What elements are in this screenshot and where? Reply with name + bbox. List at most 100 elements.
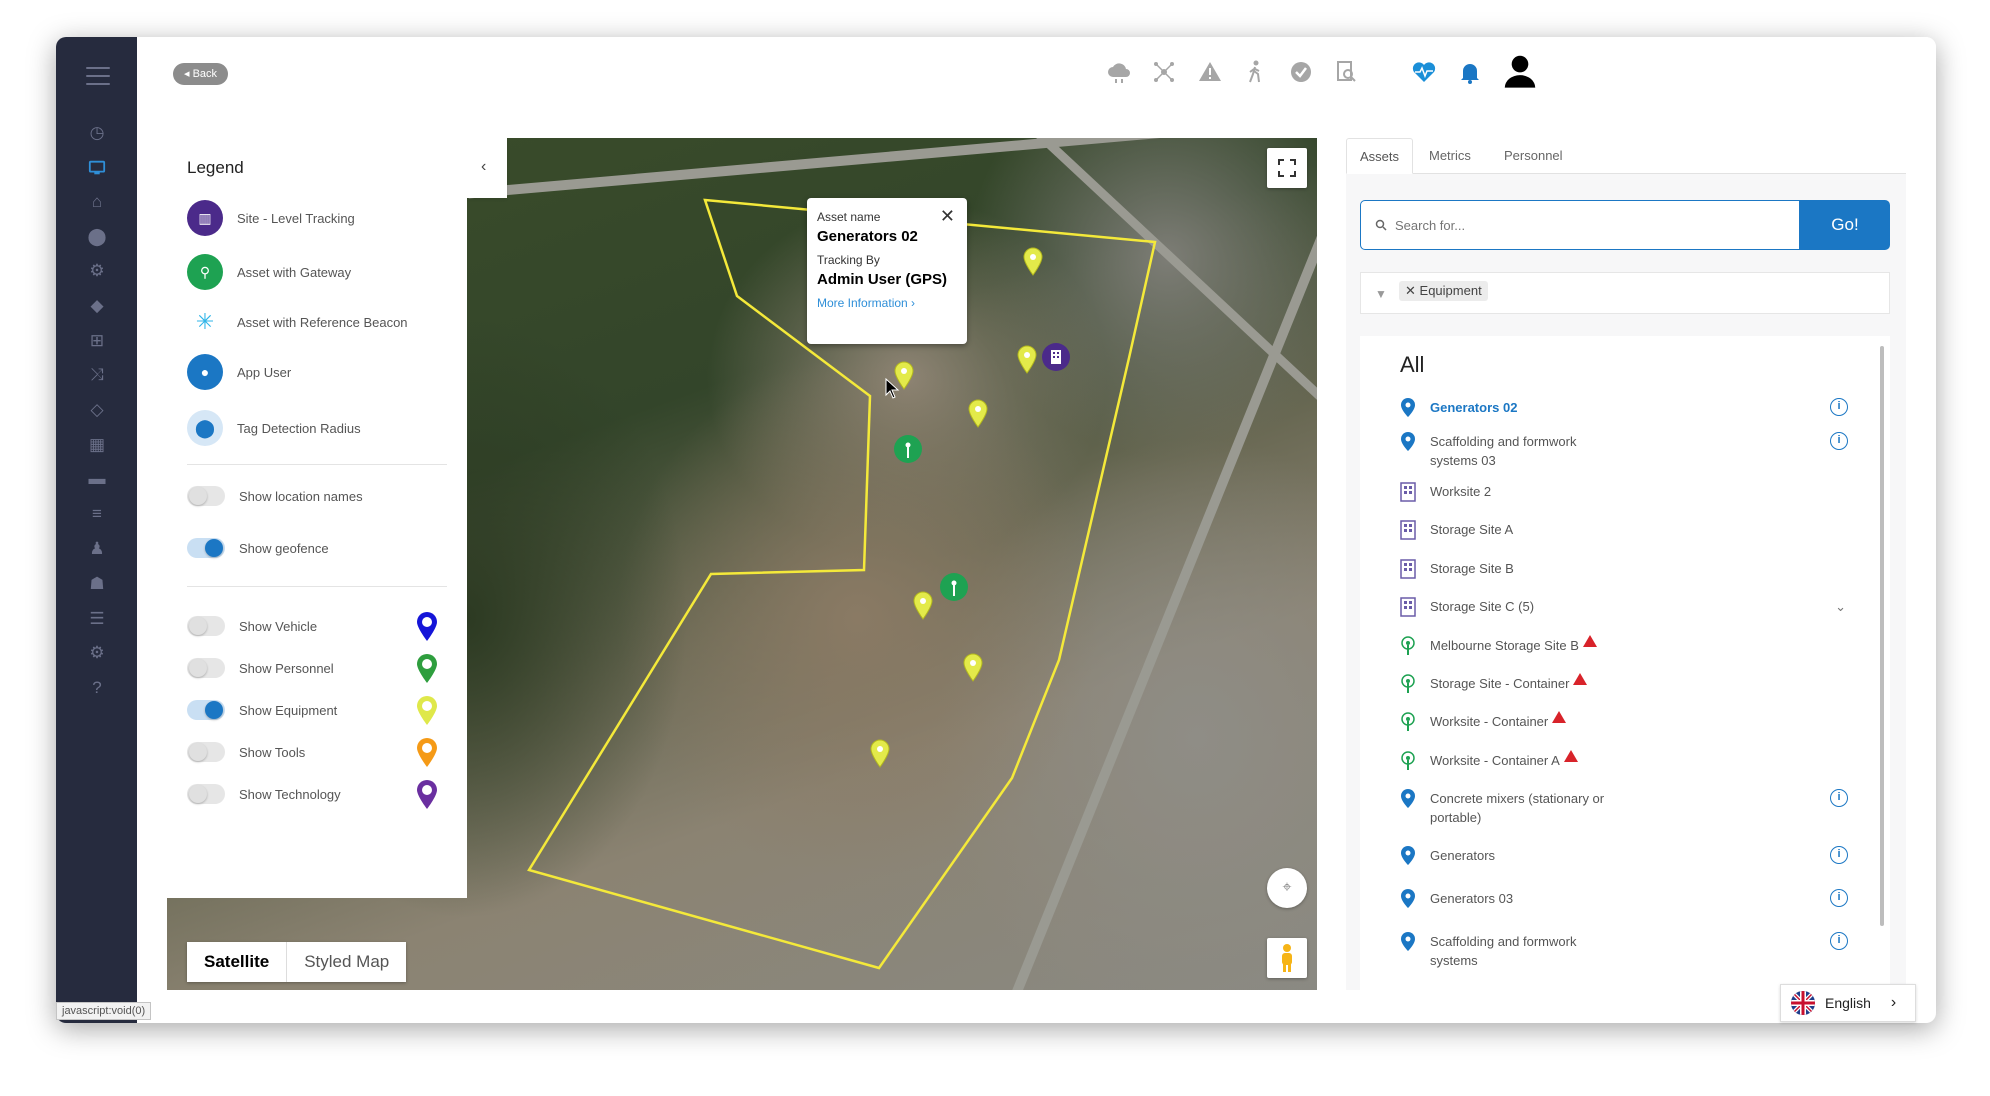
warning-icon[interactable] [1195,57,1225,87]
info-icon[interactable]: i [1830,789,1848,807]
filter-icon[interactable]: ▼ [1375,287,1387,301]
equipment-pin-icon[interactable] [1022,246,1044,276]
help-icon[interactable]: ? [85,676,109,700]
list-item-label: Storage Site A [1430,522,1514,537]
bell-icon[interactable] [1455,57,1485,87]
tab-assets[interactable]: Assets [1346,138,1414,174]
equipment-pin-icon[interactable] [967,398,989,428]
legend-item-label: Asset with Reference Beacon [237,314,408,330]
user-icon[interactable] [1500,51,1540,91]
toggle-vehicle[interactable]: Show Vehicle [187,606,317,646]
home-icon[interactable]: ⌂ [85,190,109,214]
toggle-tools[interactable]: Show Tools [187,732,305,772]
equipment-pin-icon[interactable] [869,738,891,768]
location-pin-icon[interactable]: ⬤ [85,225,109,249]
list-icon[interactable]: ≡ [85,502,109,526]
go-button[interactable]: Go! [1800,200,1890,250]
list-item[interactable]: Melbourne Storage Site B [1400,635,1860,656]
toggle-equipment[interactable]: Show Equipment [187,690,337,730]
scrollbar[interactable] [1880,346,1884,926]
calendar-icon[interactable]: ▦ [85,433,109,457]
tag-icon[interactable]: ◇ [85,398,109,422]
info-icon[interactable]: i [1830,398,1848,416]
list-item[interactable]: Storage Site - Container [1400,673,1860,694]
users-icon[interactable]: ☗ [85,572,109,596]
list-item[interactable]: Storage Site B [1400,559,1860,579]
tags-icon[interactable]: ◆ [85,294,109,318]
monitor-icon[interactable] [85,156,109,180]
map-view[interactable]: ✕ Asset name Generators 02 Tracking By A… [167,138,1317,990]
info-icon[interactable]: i [1830,932,1848,950]
toggle-switch[interactable] [187,658,225,678]
toggle-location-names[interactable]: Show location names [187,476,363,516]
equipment-pin-icon[interactable] [1016,344,1038,374]
info-icon[interactable]: i [1830,889,1848,907]
list-item[interactable]: Scaffolding and formwork systems i [1400,932,1860,970]
equipment-pin-icon[interactable] [962,652,984,682]
list-item[interactable]: Storage Site C (5) ⌄ [1400,597,1860,617]
list-item[interactable]: Storage Site A [1400,520,1860,540]
toggle-switch[interactable] [187,784,225,804]
pegman-icon[interactable] [1267,938,1307,978]
satellite-button[interactable]: Satellite [187,942,286,982]
toggle-geofence[interactable]: Show geofence [187,528,329,568]
info-icon[interactable]: i [1830,846,1848,864]
personnel-pin-icon [417,654,437,683]
list-item[interactable]: Worksite 2 [1400,482,1860,502]
tab-personnel[interactable]: Personnel [1491,138,1576,174]
toggle-label: Show Vehicle [239,618,318,634]
toggle-label: Show Personnel [239,660,334,676]
heartbeat-icon[interactable] [1409,57,1439,87]
toggle-switch[interactable] [187,742,225,762]
equipment-pin-icon[interactable] [912,590,934,620]
person-pin-icon[interactable]: ♟ [85,537,109,561]
menu-icon[interactable] [86,67,110,91]
chevron-left-icon[interactable]: ‹ [481,158,486,176]
toggle-switch[interactable] [187,616,225,636]
chevron-right-icon: › [1890,994,1897,1011]
list-item[interactable]: Generators 02 i [1400,398,1860,418]
shuffle-icon[interactable]: ⤨ [85,363,109,387]
briefcase-icon[interactable]: ▬ [85,467,109,491]
toggle-switch[interactable] [187,700,225,720]
my-location-icon[interactable]: ⌖ [1267,868,1307,908]
tab-metrics[interactable]: Metrics [1416,138,1484,174]
legend-item-label: Tag Detection Radius [237,420,361,436]
list-item[interactable]: Generators 03 i [1400,889,1860,909]
toggle-technology[interactable]: Show Technology [187,774,341,814]
gateway-icon: ⚲ [187,254,223,290]
site-marker-icon[interactable] [1041,342,1071,376]
back-button[interactable]: ◂ Back [173,63,229,85]
list-item[interactable]: Scaffolding and formwork systems 03 i [1400,432,1860,470]
list-item[interactable]: Worksite - Container [1400,711,1860,732]
close-icon[interactable]: ✕ [940,206,955,227]
gateway-marker-icon[interactable] [893,434,923,468]
list-item[interactable]: Concrete mixers (stationary or portable)… [1400,789,1860,827]
dashboard-icon[interactable]: ◷ [85,121,109,145]
fullscreen-icon[interactable] [1267,148,1307,188]
legend-item-beacon: ✳ Asset with Reference Beacon [187,302,408,342]
settings-sliders-icon[interactable]: ⚙ [85,259,109,283]
list-item[interactable]: Worksite - Container A [1400,750,1860,771]
network-icon[interactable] [1149,57,1179,87]
filter-chip[interactable]: ✕ Equipment [1399,281,1488,301]
report-icon[interactable]: ☰ [85,607,109,631]
search-input[interactable] [1395,217,1775,233]
list-item[interactable]: Generators i [1400,846,1860,866]
more-information-link[interactable]: More Information › [817,296,957,310]
gear-icon[interactable]: ⚙ [85,641,109,665]
toggle-switch[interactable] [187,538,225,558]
toggle-personnel[interactable]: Show Personnel [187,648,334,688]
info-icon[interactable]: i [1830,432,1848,450]
check-circle-icon[interactable] [1286,57,1316,87]
toggle-switch[interactable] [187,486,225,506]
cloud-icon[interactable] [1104,57,1134,87]
language-selector[interactable]: English › [1780,984,1916,1022]
styled-map-button[interactable]: Styled Map [286,942,406,982]
sitemap-icon[interactable]: ⊞ [85,329,109,353]
walking-person-icon[interactable] [1240,57,1270,87]
gateway-marker-icon[interactable] [939,572,969,606]
remove-filter-icon[interactable]: ✕ [1405,283,1416,298]
search-document-icon[interactable] [1331,57,1361,87]
chevron-down-icon[interactable]: ⌄ [1835,597,1846,616]
